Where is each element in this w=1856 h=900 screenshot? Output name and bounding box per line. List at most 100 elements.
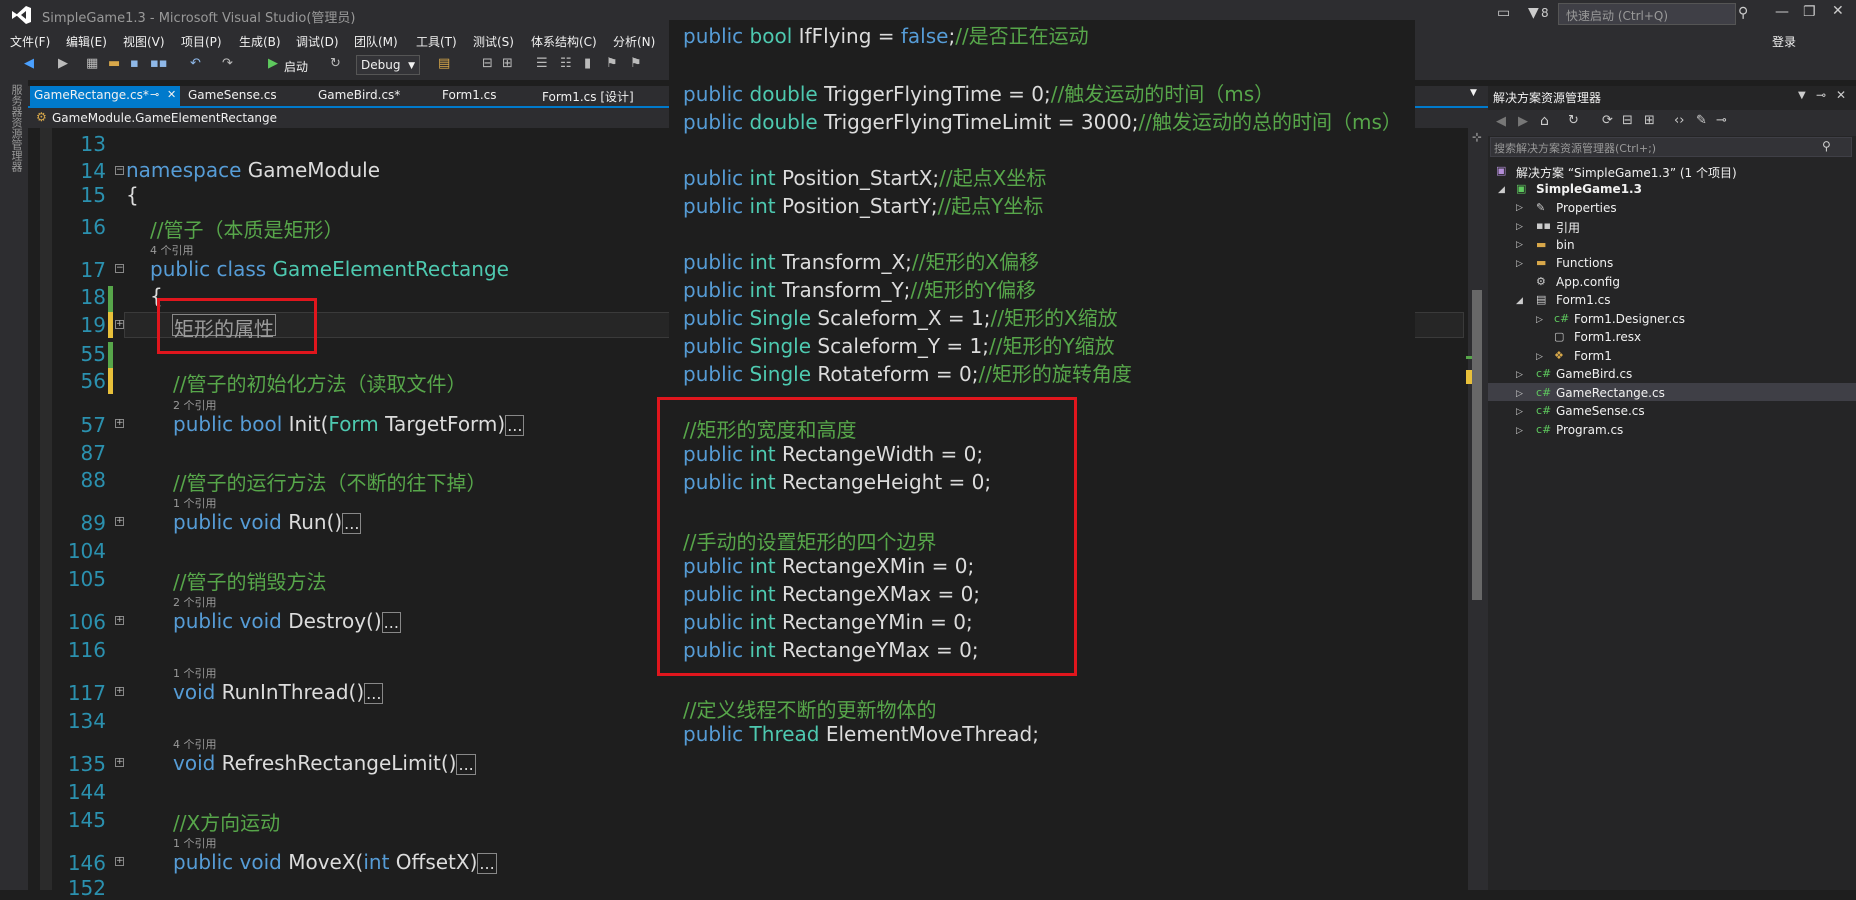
collapsed-body[interactable]: ... <box>364 683 384 704</box>
close-icon[interactable]: ✕ <box>1832 3 1844 19</box>
code-line[interactable]: public void Destroy()... <box>173 609 401 633</box>
tree-item-gamesense[interactable]: GameSense.cs <box>1556 404 1645 418</box>
collapse-icon[interactable]: − <box>115 264 124 273</box>
properties-wrench-icon[interactable]: ✎ <box>1696 113 1707 128</box>
tree-item-gamerectange[interactable]: GameRectange.cs <box>1556 386 1665 400</box>
redo-icon[interactable]: ↷ <box>222 56 233 71</box>
reference-count[interactable]: 2 个引用 <box>173 594 217 610</box>
menu-view[interactable]: 视图(V) <box>123 33 165 50</box>
code-comment[interactable]: //管子的销毁方法 <box>173 566 326 595</box>
split-icon[interactable]: ⊹ <box>1472 130 1482 144</box>
panel-dropdown-icon[interactable]: ▼ <box>1798 90 1806 101</box>
collapsed-arrow-icon[interactable]: ▷ <box>1516 389 1523 399</box>
type-dropdown[interactable]: GameModule.GameElementRectange <box>52 111 277 125</box>
tab-gamesense[interactable]: GameSense.cs <box>188 88 277 102</box>
minimize-icon[interactable]: — <box>1775 4 1789 20</box>
preview-icon[interactable]: ⊸ <box>1716 113 1727 128</box>
find-in-files-icon[interactable]: ▤ <box>438 56 450 71</box>
menu-architecture[interactable]: 体系结构(C) <box>531 33 597 50</box>
tab-form1[interactable]: Form1.cs <box>442 88 497 102</box>
code-comment[interactable]: //管子的运行方法（不断的往下掉） <box>173 467 486 496</box>
collapsed-body[interactable]: ... <box>505 415 525 436</box>
start-icon[interactable]: ▶ <box>268 56 278 71</box>
expanded-arrow-icon[interactable]: ◢ <box>1498 185 1505 195</box>
prev-bookmark-icon[interactable]: ⚑ <box>606 56 618 71</box>
collapsed-arrow-icon[interactable]: ▷ <box>1516 222 1523 232</box>
forward-icon[interactable]: ▶ <box>58 56 68 71</box>
tab-form1-design[interactable]: Form1.cs [设计] <box>542 88 634 105</box>
expand-icon[interactable]: + <box>115 616 124 625</box>
restore-icon[interactable]: ❐ <box>1803 4 1816 20</box>
code-comment[interactable]: //管子（本质是矩形） <box>150 214 343 243</box>
show-all-files-icon[interactable]: ⊞ <box>1644 113 1655 128</box>
refresh-icon[interactable]: ⟳ <box>1602 113 1613 128</box>
menu-build[interactable]: 生成(B) <box>239 33 281 50</box>
code-comment[interactable]: //管子的初始化方法（读取文件） <box>173 368 466 397</box>
tab-gamebird[interactable]: GameBird.cs* <box>318 88 400 102</box>
tree-item-bin[interactable]: bin <box>1556 238 1575 252</box>
menu-analyze[interactable]: 分析(N) <box>613 33 655 50</box>
expanded-arrow-icon[interactable]: ◢ <box>1516 296 1523 306</box>
tree-item-program[interactable]: Program.cs <box>1556 423 1623 437</box>
code-line[interactable]: public void Run()... <box>173 510 362 534</box>
tree-item-form1[interactable]: Form1.cs <box>1556 293 1611 307</box>
save-all-icon[interactable]: ▪▪ <box>150 56 168 71</box>
back-icon[interactable]: ◀ <box>24 56 34 71</box>
tab-overflow-icon[interactable]: ▼ <box>1470 88 1477 98</box>
uncomment-icon[interactable]: ☷ <box>560 56 572 71</box>
tree-item-gamebird[interactable]: GameBird.cs <box>1556 367 1632 381</box>
start-button[interactable]: 启动 <box>284 58 308 75</box>
tree-item-solution[interactable]: 解决方案 “SimpleGame1.3” (1 个项目) <box>1516 164 1737 181</box>
tree-item-functions[interactable]: Functions <box>1556 256 1613 270</box>
pin-icon[interactable]: ⊸ <box>1816 88 1826 102</box>
reference-count[interactable]: 1 个引用 <box>173 495 217 511</box>
collapse-all-icon[interactable]: ⊟ <box>1622 113 1633 128</box>
code-line[interactable]: void RunInThread()... <box>173 680 384 704</box>
menu-file[interactable]: 文件(F) <box>10 33 50 50</box>
tree-item-form1-class[interactable]: Form1 <box>1574 349 1612 363</box>
view-code-icon[interactable]: ‹› <box>1674 113 1684 128</box>
collapsed-arrow-icon[interactable]: ▷ <box>1536 352 1543 362</box>
panel-close-icon[interactable]: ✕ <box>1836 88 1846 102</box>
reference-count[interactable]: 1 个引用 <box>173 665 217 681</box>
tree-item-properties[interactable]: Properties <box>1556 201 1617 215</box>
collapsed-arrow-icon[interactable]: ▷ <box>1516 240 1523 250</box>
back-icon[interactable]: ◀ <box>1496 114 1506 129</box>
collapsed-arrow-icon[interactable]: ▷ <box>1516 426 1523 436</box>
expand-icon[interactable]: + <box>115 857 124 866</box>
new-project-icon[interactable]: ▦ <box>86 56 98 71</box>
tree-item-form1-resx[interactable]: Form1.resx <box>1574 330 1641 344</box>
align-icon[interactable]: ⊟ <box>482 56 493 71</box>
code-line[interactable]: void RefreshRectangeLimit()... <box>173 751 476 775</box>
expand-icon[interactable]: + <box>115 419 124 428</box>
collapsed-body[interactable]: ... <box>381 612 401 633</box>
scrollbar-thumb[interactable] <box>1472 290 1482 600</box>
search-icon[interactable]: ⚲ <box>1822 139 1831 153</box>
solution-configuration-select[interactable]: Debug ▼ <box>356 55 420 75</box>
collapsed-arrow-icon[interactable]: ▷ <box>1516 407 1523 417</box>
menu-tools[interactable]: 工具(T) <box>416 33 457 50</box>
code-line[interactable]: namespace GameModule <box>126 158 380 182</box>
menu-test[interactable]: 测试(S) <box>473 33 514 50</box>
menu-team[interactable]: 团队(M) <box>354 33 398 50</box>
code-line[interactable]: public class GameElementRectange <box>150 257 509 281</box>
expand-icon[interactable]: + <box>115 687 124 696</box>
code-line[interactable]: public void MoveX(int OffsetX)... <box>173 850 497 874</box>
tree-item-form1-designer[interactable]: Form1.Designer.cs <box>1574 312 1685 326</box>
pin-icon[interactable]: ⊸ <box>150 88 159 101</box>
collapsed-arrow-icon[interactable]: ▷ <box>1516 370 1523 380</box>
reference-count[interactable]: 1 个引用 <box>173 835 217 851</box>
tab-gamerectange[interactable]: GameRectange.cs* <box>34 88 149 102</box>
expand-icon[interactable]: + <box>115 758 124 767</box>
tree-item-app-config[interactable]: App.config <box>1556 275 1620 289</box>
tab-close-icon[interactable]: ✕ <box>167 88 176 101</box>
reference-count[interactable]: 4 个引用 <box>173 736 217 752</box>
refresh-icon[interactable]: ↻ <box>330 56 341 71</box>
reference-count[interactable]: 4 个引用 <box>150 242 194 258</box>
collapsed-arrow-icon[interactable]: ▷ <box>1516 203 1523 213</box>
collapsed-body[interactable]: ... <box>477 853 497 874</box>
search-icon[interactable]: ⚲ <box>1738 5 1748 21</box>
sync-icon[interactable]: ↻ <box>1568 113 1579 128</box>
collapsed-arrow-icon[interactable]: ▷ <box>1536 315 1543 325</box>
collapsed-body[interactable]: ... <box>456 754 476 775</box>
